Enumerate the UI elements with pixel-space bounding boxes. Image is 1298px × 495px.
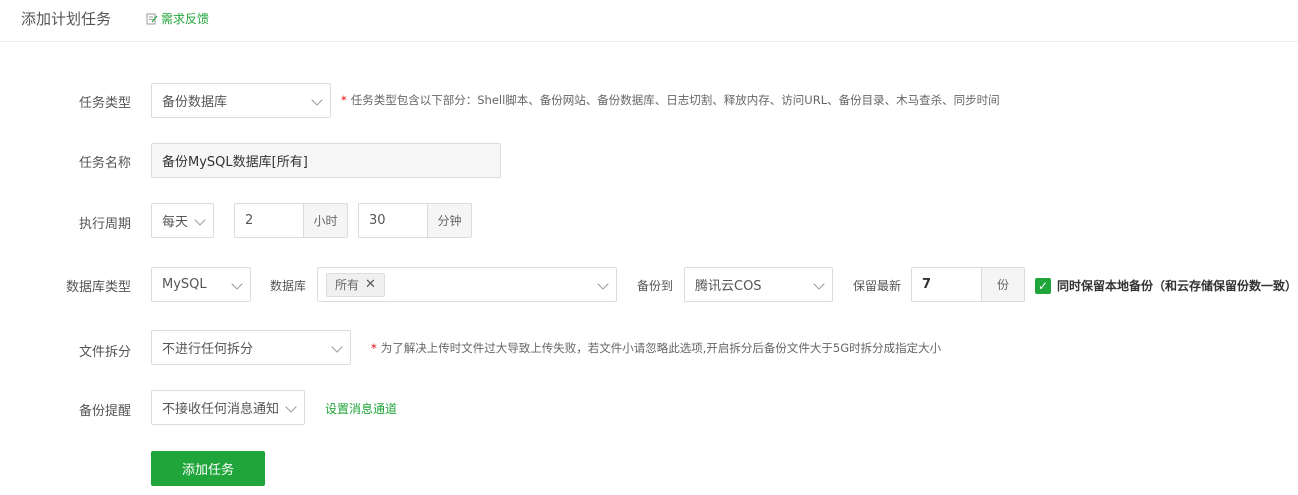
add-task-button[interactable]: 添加任务 xyxy=(151,451,265,486)
keep-local-label: 同时保留本地备份（和云存储保留份数一致） xyxy=(1057,279,1298,293)
keep-value: 7 xyxy=(922,277,932,292)
task-name-label: 任务名称 xyxy=(79,156,132,171)
period-cycle-value: 每天 xyxy=(162,215,189,230)
check-icon: ✓ xyxy=(1035,277,1051,294)
chevron-down-icon xyxy=(231,278,243,290)
set-channel-link[interactable]: 设置消息通道 xyxy=(325,400,397,417)
keep-input[interactable]: 7 xyxy=(911,267,982,302)
notify-select[interactable]: 不接收任何消息通知 xyxy=(151,390,305,425)
keep-unit: 份 xyxy=(981,267,1025,302)
feedback-link[interactable]: 需求反馈 xyxy=(146,10,209,27)
split-hint-text: 为了解决上传时文件过大导致上传失败，若文件小请忽略此选项,开启拆分后备份文件大于… xyxy=(380,341,942,355)
chevron-down-icon xyxy=(194,214,206,226)
backup-to-label: 备份到 xyxy=(637,279,674,293)
task-name-value: 备份MySQL数据库[所有] xyxy=(162,155,308,170)
chevron-down-icon xyxy=(813,278,825,290)
minute-value: 30 xyxy=(369,213,386,228)
task-type-value: 备份数据库 xyxy=(162,95,228,110)
keep-label: 保留最新 xyxy=(853,279,902,293)
close-icon[interactable]: ✕ xyxy=(365,277,376,292)
required-star: * xyxy=(341,93,347,107)
backup-to-value: 腾讯云COS xyxy=(695,279,762,294)
chevron-down-icon xyxy=(331,341,343,353)
page-title: 添加计划任务 xyxy=(21,10,112,28)
db-tag-label: 所有 xyxy=(335,278,360,292)
feedback-label: 需求反馈 xyxy=(161,12,210,26)
hour-unit: 小时 xyxy=(303,203,348,238)
db-type-select[interactable]: MySQL xyxy=(151,267,251,302)
notify-value: 不接收任何消息通知 xyxy=(162,402,280,417)
db-type-label: 数据库类型 xyxy=(66,280,132,295)
task-name-input[interactable]: 备份MySQL数据库[所有] xyxy=(151,143,501,178)
task-type-label: 任务类型 xyxy=(79,96,132,111)
task-type-hint-text: 任务类型包含以下部分：Shell脚本、备份网站、备份数据库、日志切割、释放内存、… xyxy=(350,93,1000,107)
chevron-down-icon xyxy=(285,401,297,413)
backup-to-select[interactable]: 腾讯云COS xyxy=(684,267,833,302)
page-header: 添加计划任务 需求反馈 xyxy=(0,0,1298,42)
split-select[interactable]: 不进行任何拆分 xyxy=(151,330,351,365)
task-type-select[interactable]: 备份数据库 xyxy=(151,83,331,118)
minute-unit: 分钟 xyxy=(427,203,472,238)
edit-icon xyxy=(146,13,158,24)
split-label: 文件拆分 xyxy=(79,345,132,360)
notify-label: 备份提醒 xyxy=(79,404,132,419)
db-type-value: MySQL xyxy=(162,277,207,292)
db-tag: 所有 ✕ xyxy=(326,272,385,297)
period-label: 执行周期 xyxy=(79,217,132,232)
task-type-hint: * 任务类型包含以下部分：Shell脚本、备份网站、备份数据库、日志切割、释放内存… xyxy=(341,92,1000,108)
minute-input[interactable]: 30 xyxy=(358,203,428,238)
required-star: * xyxy=(371,341,377,355)
chevron-down-icon xyxy=(311,94,323,106)
split-hint: * 为了解决上传时文件过大导致上传失败，若文件小请忽略此选项,开启拆分后备份文件大… xyxy=(371,340,941,356)
keep-local-checkbox[interactable]: ✓ 同时保留本地备份（和云存储保留份数一致） xyxy=(1035,277,1297,294)
db-multiselect[interactable]: 所有 ✕ xyxy=(317,267,617,302)
chevron-down-icon xyxy=(597,278,609,290)
split-value: 不进行任何拆分 xyxy=(162,342,254,357)
db-label: 数据库 xyxy=(270,279,307,293)
hour-value: 2 xyxy=(245,213,254,228)
period-cycle-select[interactable]: 每天 xyxy=(151,203,214,238)
hour-input[interactable]: 2 xyxy=(234,203,304,238)
